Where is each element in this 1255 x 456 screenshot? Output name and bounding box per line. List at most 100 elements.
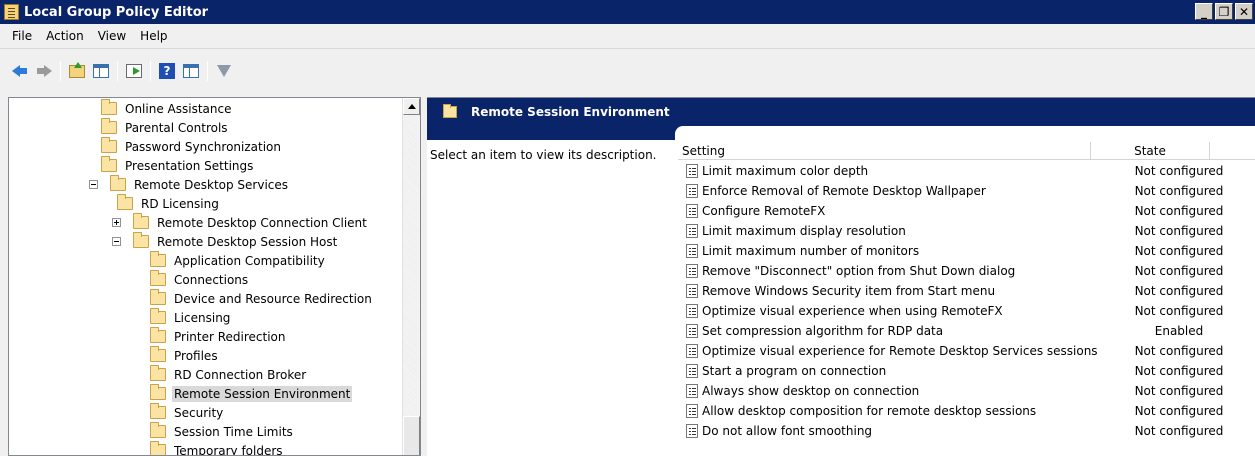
filter-button[interactable] [214, 61, 234, 81]
setting-name: Enforce Removal of Remote Desktop Wallpa… [702, 184, 986, 198]
details-header: Remote Session Environment [427, 98, 1255, 126]
policy-setting-icon [686, 324, 698, 338]
export-list-button[interactable] [124, 61, 144, 81]
policy-setting-icon [686, 304, 698, 318]
folder-icon [101, 137, 117, 153]
column-header-setting[interactable]: Setting [678, 142, 1091, 160]
tree-item[interactable]: Temporary folders [150, 441, 285, 455]
show-hide-tree-button[interactable] [91, 61, 111, 81]
collapse-icon[interactable] [89, 180, 98, 189]
tree-item[interactable]: RD Licensing [117, 194, 221, 213]
collapse-icon[interactable] [112, 237, 121, 246]
policy-setting-icon [686, 184, 698, 198]
tree-item[interactable]: Password Synchronization [101, 137, 283, 156]
toolbar-separator [207, 61, 208, 81]
folder-icon [110, 175, 126, 191]
setting-row[interactable]: Remove "Disconnect" option from Shut Dow… [678, 261, 1255, 281]
tree-item[interactable]: Remote Desktop Connection Client [112, 213, 369, 232]
policy-setting-icon [686, 164, 698, 178]
setting-row[interactable]: Limit maximum display resolution Not conf… [678, 221, 1255, 241]
setting-state: Not configured [1134, 384, 1224, 398]
folder-icon [117, 194, 133, 210]
properties-button[interactable] [181, 61, 201, 81]
setting-row[interactable]: Allow desktop composition for remote des… [678, 401, 1255, 421]
tree-scrollbar[interactable] [402, 98, 420, 455]
help-icon: ? [159, 63, 175, 79]
tree-item[interactable]: Security [150, 403, 225, 422]
tree-item[interactable]: Remote Desktop Services [89, 175, 290, 194]
setting-state: Not configured [1134, 204, 1224, 218]
policy-setting-icon [686, 404, 698, 418]
setting-row[interactable]: Set compression algorithm for RDP data En… [678, 321, 1255, 341]
tree-item-label: Password Synchronization [125, 139, 281, 154]
toolbar-separator [117, 61, 118, 81]
policy-setting-icon [686, 284, 698, 298]
folder-icon [443, 104, 457, 118]
folder-icon [150, 251, 166, 267]
tree-item-label: Presentation Settings [125, 158, 254, 173]
setting-state: Not configured [1134, 164, 1224, 178]
menu-file[interactable]: File [6, 29, 40, 43]
tree-item[interactable]: Remote Desktop Session Host [112, 232, 339, 251]
setting-state: Not configured [1134, 224, 1224, 238]
maximize-button[interactable]: ❐ [1215, 3, 1233, 20]
setting-row[interactable]: Limit maximum color depth Not configured [678, 161, 1255, 181]
column-header-state[interactable]: State [1091, 142, 1210, 160]
setting-row[interactable]: Do not allow font smoothing Not configure… [678, 421, 1255, 441]
setting-row[interactable]: Optimize visual experience for Remote De… [678, 341, 1255, 361]
tree-item[interactable]: Device and Resource Redirection [150, 289, 374, 308]
forward-button[interactable] [34, 61, 54, 81]
back-button[interactable] [10, 61, 30, 81]
tree-item[interactable]: Session Time Limits [150, 422, 295, 441]
menu-view[interactable]: View [92, 29, 134, 43]
policy-setting-icon [686, 364, 698, 378]
folder-icon [150, 384, 166, 400]
menu-action[interactable]: Action [40, 29, 92, 43]
expand-icon[interactable] [112, 218, 121, 227]
tree-item[interactable]: Licensing [150, 308, 232, 327]
tree-item[interactable]: Online Assistance [101, 99, 233, 118]
tree-item[interactable]: Remote Session Environment [150, 384, 353, 403]
setting-state: Not configured [1134, 184, 1224, 198]
setting-state: Not configured [1134, 364, 1224, 378]
setting-row[interactable]: Always show desktop on connection Not con… [678, 381, 1255, 401]
tree-item[interactable]: Printer Redirection [150, 327, 288, 346]
close-button[interactable]: ✕ [1235, 3, 1253, 20]
setting-row[interactable]: Limit maximum number of monitors Not conf… [678, 241, 1255, 261]
column-header-empty [1210, 142, 1255, 160]
minimize-button[interactable]: _ [1195, 3, 1213, 20]
tree-item[interactable]: Application Compatibility [150, 251, 327, 270]
folder-icon [150, 308, 166, 324]
tree-item-label: RD Licensing [141, 196, 219, 211]
tree-item-label: Remote Desktop Session Host [157, 234, 338, 249]
setting-row[interactable]: Start a program on connection Not configu… [678, 361, 1255, 381]
tree-item[interactable]: Profiles [150, 346, 220, 365]
setting-row[interactable]: Optimize visual experience when using Re… [678, 301, 1255, 321]
setting-row[interactable]: Enforce Removal of Remote Desktop Wallpa… [678, 181, 1255, 201]
policy-setting-icon [686, 264, 698, 278]
folder-icon [150, 441, 166, 455]
tree-item[interactable]: Parental Controls [101, 118, 230, 137]
folder-icon [101, 118, 117, 134]
up-one-level-button[interactable] [67, 61, 87, 81]
setting-name: Limit maximum display resolution [702, 224, 906, 238]
title-bar: Local Group Policy Editor _ ❐ ✕ [0, 0, 1255, 24]
tree-item-label: Remote Desktop Services [134, 177, 289, 192]
menu-help[interactable]: Help [134, 29, 175, 43]
folder-icon [150, 327, 166, 343]
filter-icon [217, 65, 231, 77]
policy-setting-icon [686, 224, 698, 238]
tree-item[interactable]: Connections [150, 270, 250, 289]
setting-row[interactable]: Remove Windows Security item from Start … [678, 281, 1255, 301]
tree-item[interactable]: Presentation Settings [101, 156, 255, 175]
setting-name: Set compression algorithm for RDP data [702, 324, 944, 338]
folder-icon [101, 99, 117, 115]
scroll-thumb[interactable] [403, 416, 420, 455]
scroll-up-button[interactable] [403, 98, 420, 115]
policy-setting-icon [686, 424, 698, 438]
back-icon [12, 64, 28, 78]
setting-row[interactable]: Configure RemoteFX Not configured [678, 201, 1255, 221]
export-list-icon [126, 64, 142, 78]
tree-item[interactable]: RD Connection Broker [150, 365, 308, 384]
help-button[interactable]: ? [157, 61, 177, 81]
